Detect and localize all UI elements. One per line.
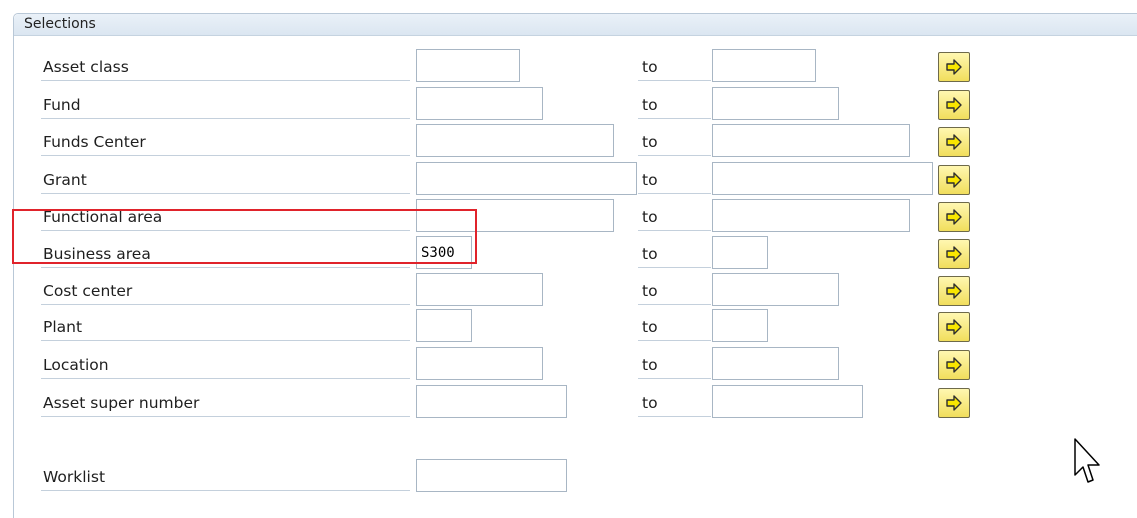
- row-underline: [41, 378, 410, 379]
- grant-to-input[interactable]: [712, 162, 933, 195]
- arrow-right-icon: [946, 246, 962, 262]
- functional-area-to-input[interactable]: [712, 199, 910, 232]
- row-underline: [41, 230, 410, 231]
- row-underline: [638, 416, 711, 417]
- row-underline: [41, 416, 410, 417]
- to-label: to: [642, 171, 658, 189]
- business-area-multiple-selection-button[interactable]: [938, 239, 970, 269]
- asset-super-number-to-input[interactable]: [712, 385, 863, 418]
- worklist-input[interactable]: [416, 459, 567, 492]
- to-label: to: [642, 282, 658, 300]
- arrow-right-icon: [946, 395, 962, 411]
- cost-center-label: Cost center: [43, 282, 133, 300]
- row-underline: [638, 230, 711, 231]
- plant-from-input[interactable]: [416, 309, 472, 342]
- grant-from-input[interactable]: [416, 162, 637, 195]
- asset-super-number-label: Asset super number: [43, 394, 200, 412]
- fund-label: Fund: [43, 96, 81, 114]
- row-underline: [638, 378, 711, 379]
- to-label: to: [642, 133, 658, 151]
- asset-super-number-multiple-selection-button[interactable]: [938, 388, 970, 418]
- funds-center-from-input[interactable]: [416, 124, 614, 157]
- arrow-right-icon: [946, 97, 962, 113]
- fund-to-input[interactable]: [712, 87, 839, 120]
- grant-multiple-selection-button[interactable]: [938, 165, 970, 195]
- to-label: to: [642, 245, 658, 263]
- cost-center-multiple-selection-button[interactable]: [938, 276, 970, 306]
- row-underline: [41, 118, 410, 119]
- location-from-input[interactable]: [416, 347, 543, 380]
- asset-class-label: Asset class: [43, 58, 129, 76]
- asset-class-multiple-selection-button[interactable]: [938, 52, 970, 82]
- cost-center-from-input[interactable]: [416, 273, 543, 306]
- row-underline: [638, 155, 711, 156]
- funds-center-multiple-selection-button[interactable]: [938, 127, 970, 157]
- row-underline: [41, 193, 410, 194]
- functional-area-multiple-selection-button[interactable]: [938, 202, 970, 232]
- to-label: to: [642, 96, 658, 114]
- plant-to-input[interactable]: [712, 309, 768, 342]
- row-underline: [41, 155, 410, 156]
- row-underline: [41, 490, 410, 491]
- row-underline: [41, 304, 410, 305]
- row-underline: [638, 304, 711, 305]
- arrow-right-icon: [946, 357, 962, 373]
- fund-from-input[interactable]: [416, 87, 543, 120]
- arrow-right-icon: [946, 134, 962, 150]
- asset-class-to-input[interactable]: [712, 49, 816, 82]
- row-underline: [41, 80, 410, 81]
- business-area-label: Business area: [43, 245, 151, 263]
- to-label: to: [642, 394, 658, 412]
- mouse-pointer-icon: [1073, 437, 1101, 491]
- fund-multiple-selection-button[interactable]: [938, 90, 970, 120]
- to-label: to: [642, 356, 658, 374]
- location-label: Location: [43, 356, 109, 374]
- functional-area-label: Functional area: [43, 208, 163, 226]
- funds-center-label: Funds Center: [43, 133, 146, 151]
- selections-group: Selections Asset class to Fund to Funds …: [13, 13, 1137, 518]
- plant-label: Plant: [43, 318, 83, 336]
- row-underline: [638, 340, 711, 341]
- location-multiple-selection-button[interactable]: [938, 350, 970, 380]
- row-underline: [638, 193, 711, 194]
- plant-multiple-selection-button[interactable]: [938, 312, 970, 342]
- row-underline: [638, 118, 711, 119]
- location-to-input[interactable]: [712, 347, 839, 380]
- to-label: to: [642, 208, 658, 226]
- business-area-to-input[interactable]: [712, 236, 768, 269]
- to-label: to: [642, 318, 658, 336]
- selections-header: Selections: [14, 14, 1137, 36]
- selections-title: Selections: [24, 16, 96, 32]
- arrow-right-icon: [946, 319, 962, 335]
- to-label: to: [642, 58, 658, 76]
- functional-area-from-input[interactable]: [416, 199, 614, 232]
- business-area-from-input[interactable]: [416, 236, 472, 269]
- arrow-right-icon: [946, 209, 962, 225]
- row-underline: [638, 80, 711, 81]
- funds-center-to-input[interactable]: [712, 124, 910, 157]
- arrow-right-icon: [946, 59, 962, 75]
- row-underline: [638, 267, 711, 268]
- worklist-label: Worklist: [43, 468, 106, 486]
- row-underline: [41, 267, 410, 268]
- arrow-right-icon: [946, 283, 962, 299]
- arrow-right-icon: [946, 172, 962, 188]
- grant-label: Grant: [43, 171, 87, 189]
- cost-center-to-input[interactable]: [712, 273, 839, 306]
- asset-super-number-from-input[interactable]: [416, 385, 567, 418]
- row-underline: [41, 340, 410, 341]
- asset-class-from-input[interactable]: [416, 49, 520, 82]
